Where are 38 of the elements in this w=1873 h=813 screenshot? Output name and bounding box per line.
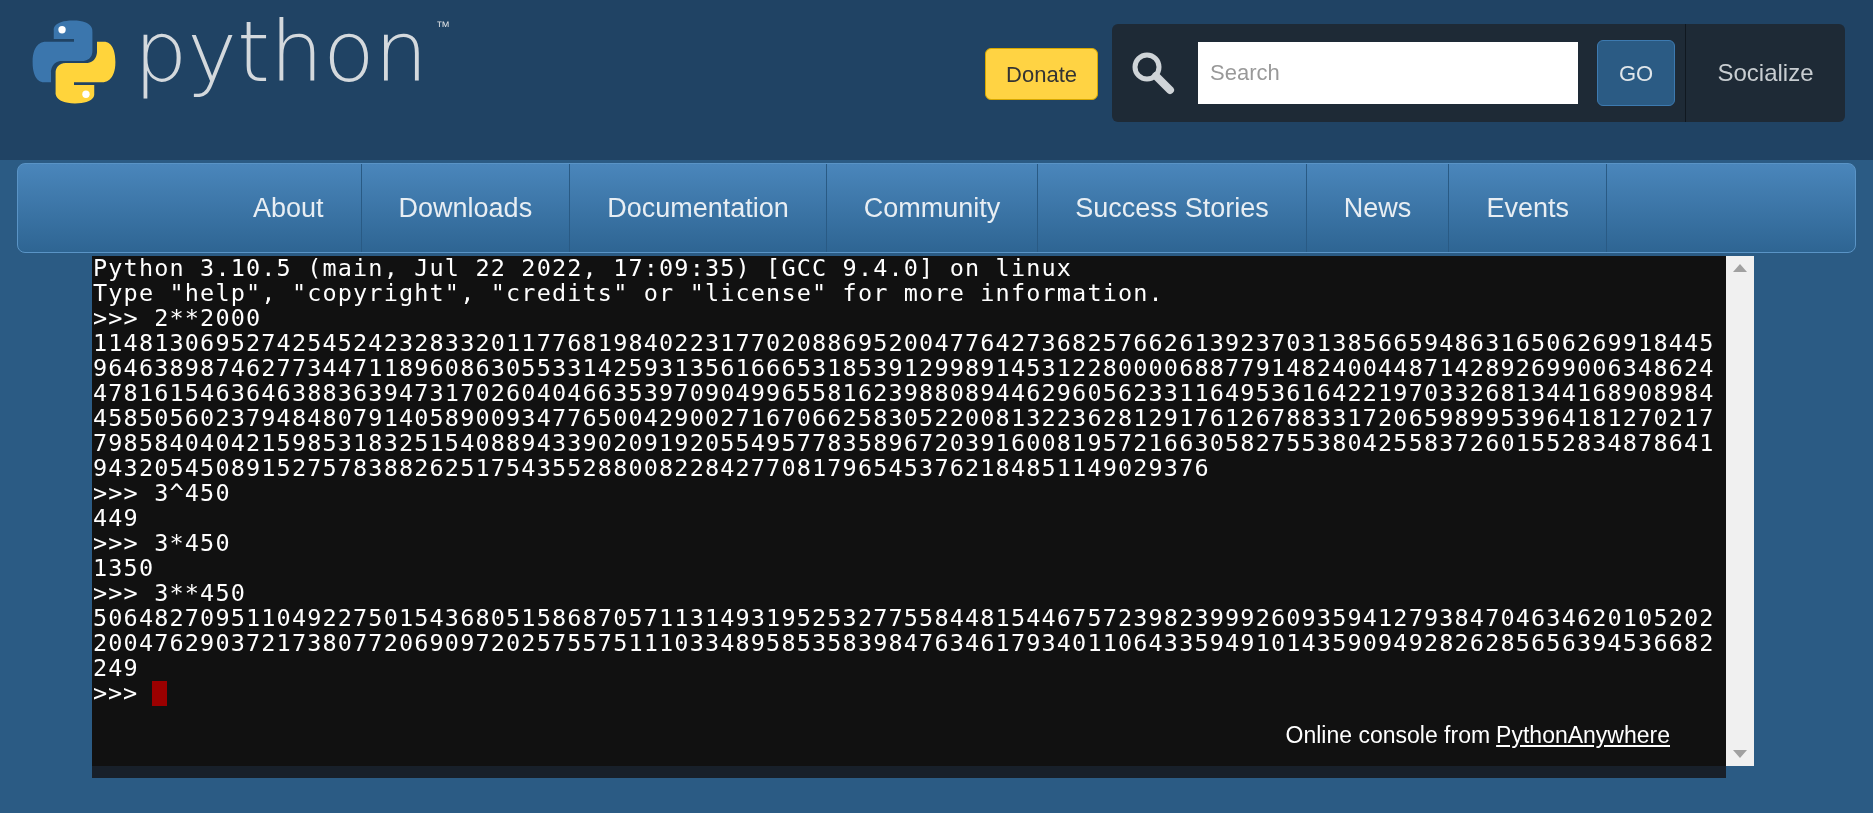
pythonanywhere-link[interactable]: PythonAnywhere xyxy=(1496,717,1670,752)
nav-link[interactable]: News xyxy=(1306,164,1450,252)
nav-link[interactable]: Downloads xyxy=(361,164,571,252)
console-line: 5064827095110492275015436805158687057113149319525327755844815446757239823999260935941279384704634620105202 xyxy=(93,606,1715,631)
console-line: 249 xyxy=(93,656,139,681)
scroll-down-icon[interactable] xyxy=(1733,750,1747,758)
console-line: 449 xyxy=(93,506,139,531)
console-line: Type "help", "copyright", "credits" or "license" for more information. xyxy=(93,281,1164,306)
text-cursor xyxy=(152,681,168,706)
console-line: 1350 xyxy=(93,556,155,581)
scroll-up-icon[interactable] xyxy=(1733,264,1747,272)
go-button[interactable]: GO xyxy=(1597,40,1675,106)
console-line: >>> 3^450 xyxy=(93,481,231,506)
nav-link[interactable]: About xyxy=(216,164,362,252)
console-line: 9432054508915275783882625175435528800822842770817965453762184851149029376 xyxy=(93,456,1210,481)
console-line: Python 3.10.5 (main, Jul 22 2022, 17:09:35) [GCC 9.4.0] on linux xyxy=(93,256,1073,281)
socialize-button[interactable]: Socialize xyxy=(1686,24,1845,122)
nav-link[interactable]: Community xyxy=(826,164,1039,252)
console-line: 7985840404215985318325154088943390209192055495778358967203916008195721663058275538042558372601552834878641 xyxy=(93,431,1715,456)
python-wordmark: python xyxy=(134,2,428,102)
scrollbar[interactable] xyxy=(1726,256,1754,766)
console-prompt: >>> xyxy=(93,681,139,706)
console-credit: Online console from xyxy=(1285,720,1491,750)
console-line: >>> 2**2000 xyxy=(93,306,262,331)
console-line: 4585056023794848079140589009347765004290027167066258305220081322362812917612678833172065989953964181270217 xyxy=(93,406,1715,431)
donate-button[interactable]: Donate xyxy=(985,48,1098,100)
console-line: >>> 3**450 xyxy=(93,581,246,606)
console-line: 1148130695274254524232833201177681984022317702088695200477642736825766261392370313856659486316506269918445 xyxy=(93,331,1715,356)
console-line: 9646389874627734471189608630553314259313561666531853912998914531228000068877914824004487142892699006348624 xyxy=(93,356,1715,381)
console-line: 4781615463646388363947317026040466353970904996558162398808944629605623311649536164221970332681344168908984 xyxy=(93,381,1715,406)
nav-link[interactable]: Events xyxy=(1449,164,1607,252)
nav-link[interactable]: Success Stories xyxy=(1038,164,1307,252)
search-icon xyxy=(1130,50,1176,96)
console-line: >>> 3*450 xyxy=(93,531,231,556)
console-line: 2004762903721738077206909720257557511103348958535839847634617934011064335949101435909492826285656394536682 xyxy=(93,631,1715,656)
trademark-sign: ™ xyxy=(435,17,450,36)
search-field[interactable]: Search xyxy=(1198,42,1578,104)
nav-link[interactable]: Documentation xyxy=(570,164,827,252)
